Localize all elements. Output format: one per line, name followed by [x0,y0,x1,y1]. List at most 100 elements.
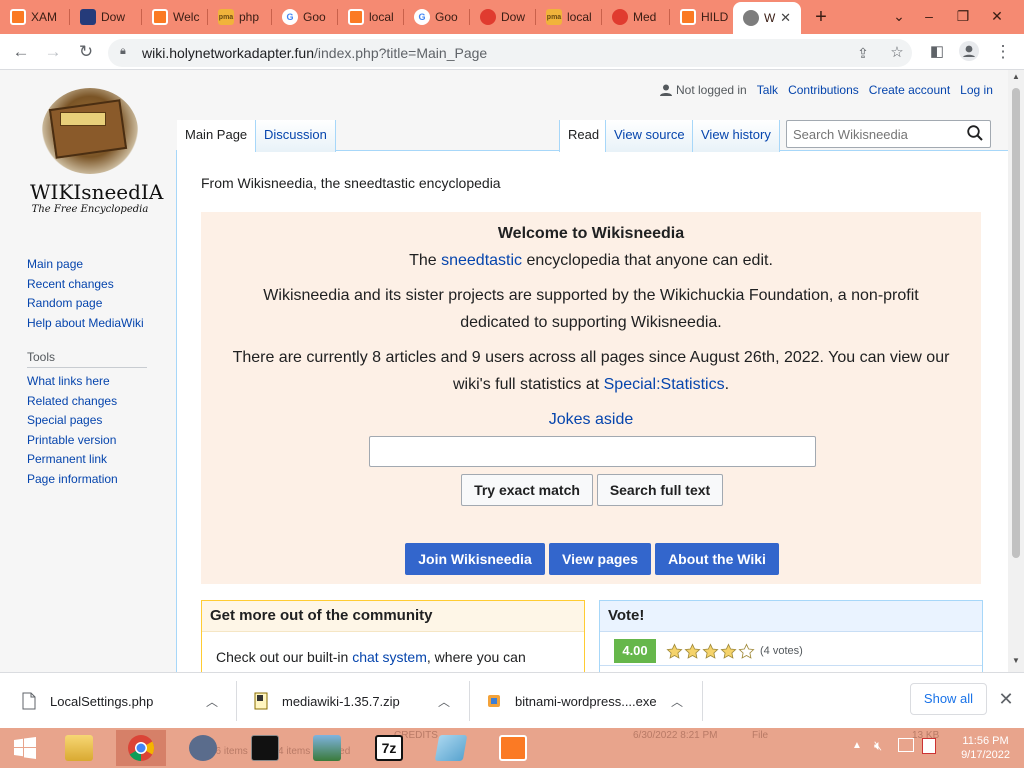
try-exact-match-button[interactable]: Try exact match [461,474,593,506]
contributions-link[interactable]: Contributions [788,83,859,97]
taskbar-photos[interactable] [302,730,352,766]
wiki-search-box[interactable] [786,120,991,148]
browser-tab[interactable]: Med [602,4,670,30]
browser-tab-active[interactable]: W ✕ [733,2,801,34]
browser-tab[interactable]: Welc [142,4,208,30]
scroll-thumb[interactable] [1012,88,1020,558]
tab-title: HILD [701,10,729,24]
sidebar-item-main-page[interactable]: Main page [27,255,167,275]
sidebar-item-special-pages[interactable]: Special pages [27,411,167,431]
start-button[interactable] [0,730,50,766]
tab-main-page[interactable]: Main Page [177,120,256,152]
profile-avatar-icon[interactable] [958,41,980,63]
statistics-link[interactable]: Special:Statistics [604,376,725,393]
restore-button[interactable]: ❐ [946,4,980,28]
star-rating[interactable] [666,639,756,663]
taskbar-7zip[interactable]: 7z [364,730,414,766]
download-item[interactable]: mediawiki-1.35.7.zip ︿ [254,685,454,717]
close-window-button[interactable]: ✕ [980,4,1014,28]
jokes-aside-link[interactable]: Jokes aside [201,406,981,433]
side-panel-icon[interactable]: ◧ [926,41,948,63]
sidebar-item-printable-version[interactable]: Printable version [27,431,167,451]
url-text[interactable]: wiki.holynetworkadapter.fun/index.php?ti… [142,45,487,61]
minimize-button[interactable]: – [912,4,946,28]
google-icon: G [282,9,298,25]
tab-read[interactable]: Read [559,120,608,152]
search-input[interactable] [793,125,963,143]
taskbar-app[interactable] [178,730,228,766]
download-filename: bitnami-wordpress....exe [515,693,657,709]
star-empty-icon[interactable] [738,642,755,660]
page-scrollbar[interactable]: ▲ ▼ [1008,70,1024,672]
browser-tab[interactable]: local [338,4,404,30]
address-bar[interactable]: 🔒︎ wiki.holynetworkadapter.fun/index.php… [108,39,912,67]
volume-muted-icon[interactable]: 🔇︎ [874,738,882,754]
show-hidden-icons[interactable]: ▲ [852,740,862,751]
browser-tab[interactable]: G Goo [272,4,338,30]
browser-tab[interactable]: Dow [470,4,536,30]
sidebar-item-random-page[interactable]: Random page [27,294,167,314]
search-icon[interactable] [966,124,984,142]
scroll-up-icon[interactable]: ▲ [1012,72,1020,81]
browser-tab[interactable]: XAM [0,4,70,30]
tab-view-source[interactable]: View source [605,120,693,152]
view-pages-button[interactable]: View pages [549,543,651,575]
chevron-up-icon[interactable]: ︿ [206,693,218,710]
show-all-button[interactable]: Show all [910,683,987,715]
taskbar-notepad[interactable] [426,730,476,766]
sidebar-item-related-changes[interactable]: Related changes [27,392,167,412]
browser-tab[interactable]: Dow [70,4,142,30]
star-filled-icon[interactable] [684,642,701,660]
download-item[interactable]: bitnami-wordpress....exe ︿ [487,685,687,717]
browser-menu-icon[interactable]: ⋮ [992,41,1014,63]
tab-view-history[interactable]: View history [692,120,780,152]
inline-search-input[interactable] [369,436,816,467]
browser-tab[interactable]: G Goo [404,4,470,30]
browser-tab[interactable]: pma local [536,4,602,30]
download-item[interactable]: LocalSettings.php ︿ [22,685,222,717]
scroll-down-icon[interactable]: ▼ [1012,656,1020,665]
join-button[interactable]: Join Wikisneedia [405,543,545,575]
back-arrow-icon[interactable]: ← [10,41,32,63]
sidebar-item-page-information[interactable]: Page information [27,470,167,490]
star-filled-icon[interactable] [720,642,737,660]
taskbar-chrome[interactable] [116,730,166,766]
browser-tab[interactable]: pma php [208,4,272,30]
create-account-link[interactable]: Create account [869,83,950,97]
log-in-link[interactable]: Log in [960,83,993,97]
vote-heading: Vote! [600,601,982,632]
taskbar-xampp[interactable] [488,730,538,766]
close-tab-icon[interactable]: ✕ [780,10,791,26]
clock-date: 9/17/2022 [961,749,1010,761]
chat-system-link[interactable]: chat system [352,649,427,665]
chevron-up-icon[interactable]: ︿ [438,693,450,710]
forward-arrow-icon[interactable]: → [42,41,64,63]
sidebar-item-what-links-here[interactable]: What links here [27,372,167,392]
wiki-logo[interactable]: WIKIsneedIA The Free Encyclopedia [30,88,163,218]
taskbar-clock[interactable]: 11:56 PM 9/17/2022 [961,734,1010,762]
tab-search-icon[interactable]: ⌄ [882,4,916,28]
sneedtastic-link[interactable]: sneedtastic [441,252,522,269]
about-wiki-button[interactable]: About the Wiki [655,543,779,575]
sidebar-item-recent-changes[interactable]: Recent changes [27,275,167,295]
reload-icon[interactable]: ↻ [75,41,97,63]
taskbar-file-explorer[interactable] [54,730,104,766]
new-tab-button[interactable]: + [810,6,832,28]
tab-title: local [567,10,592,24]
talk-link[interactable]: Talk [757,83,778,97]
chevron-up-icon[interactable]: ︿ [671,693,683,710]
sidebar-item-permanent-link[interactable]: Permanent link [27,450,167,470]
bookmark-star-icon[interactable]: ☆ [886,42,908,64]
star-filled-icon[interactable] [702,642,719,660]
search-full-text-button[interactable]: Search full text [597,474,723,506]
close-download-bar-icon[interactable]: ✕ [996,689,1016,709]
network-icon[interactable] [898,738,914,752]
taskbar-terminal[interactable] [240,730,290,766]
star-filled-icon[interactable] [666,642,683,660]
browser-tab[interactable]: HILD [670,4,732,30]
action-center-icon[interactable] [922,738,936,754]
lock-icon[interactable]: 🔒︎ [120,45,126,58]
share-icon[interactable]: ⇪ [852,42,874,64]
sidebar-item-help[interactable]: Help about MediaWiki [27,314,167,334]
tab-discussion[interactable]: Discussion [255,120,336,152]
